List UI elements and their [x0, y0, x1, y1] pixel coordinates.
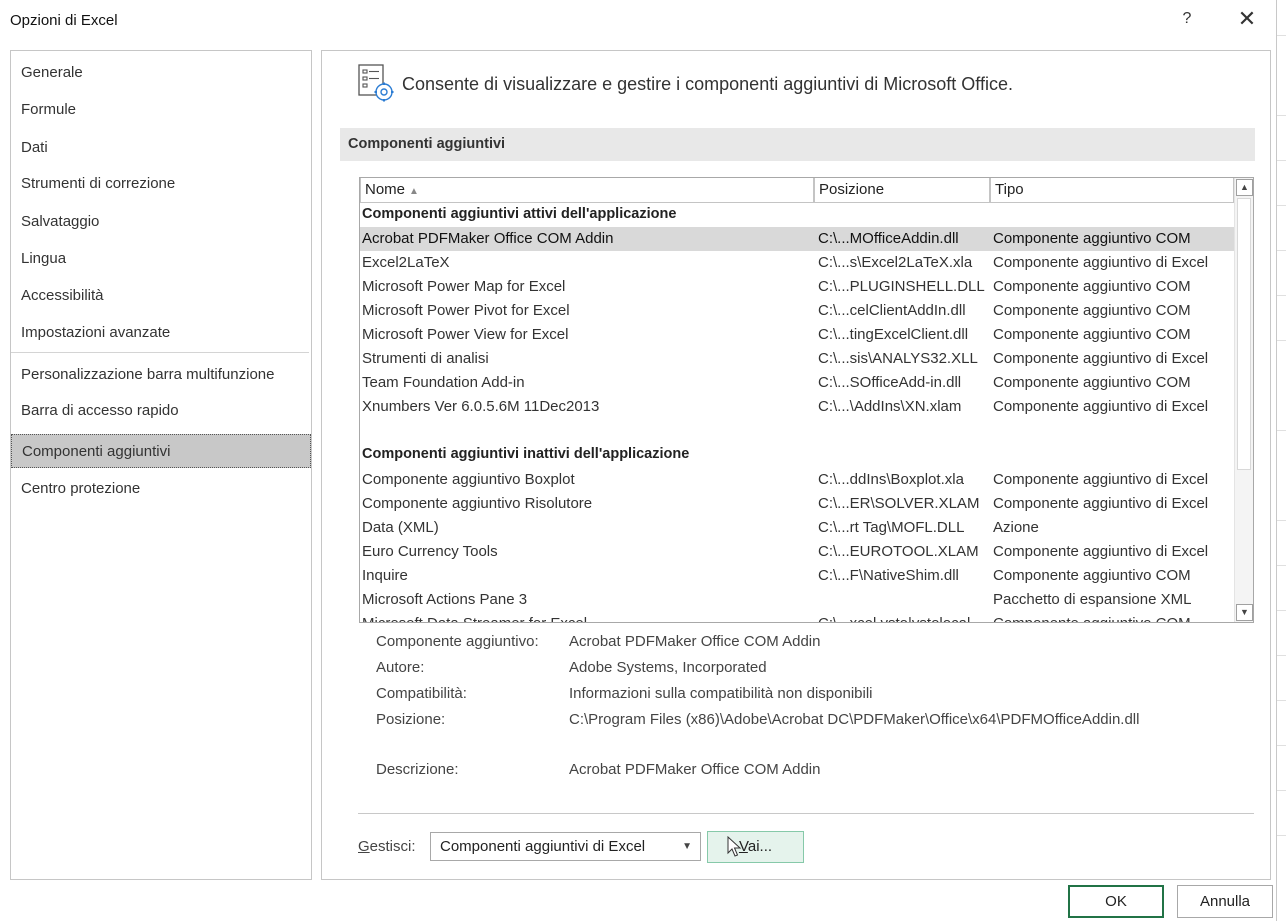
scroll-up-icon[interactable]: ▲	[1236, 179, 1253, 196]
table-row[interactable]: Microsoft Power Map for Excel C:\...PLUG…	[360, 275, 1234, 299]
addins-settings-icon	[358, 64, 394, 102]
column-header-tipo[interactable]: Tipo	[990, 178, 1234, 203]
nav-item-impostazioni-avanzate[interactable]: Impostazioni avanzate	[11, 316, 311, 350]
detail-value-location: C:\Program Files (x86)\Adobe\Acrobat DC\…	[569, 711, 1140, 728]
list-scrollbar[interactable]: ▲ ▼	[1234, 178, 1253, 622]
table-row[interactable]: Inquire C:\...F\NativeShim.dll Component…	[360, 564, 1234, 588]
detail-label-author: Autore:	[376, 659, 425, 676]
window-title: Opzioni di Excel	[10, 12, 118, 29]
table-row[interactable]: Microsoft Power Pivot for Excel C:\...ce…	[360, 299, 1234, 323]
scroll-down-icon[interactable]: ▼	[1236, 604, 1253, 621]
active-group-title: Componenti aggiuntivi attivi dell'applic…	[362, 206, 677, 222]
detail-label-compat: Compatibilità:	[376, 685, 467, 702]
mouse-pointer-icon	[727, 836, 742, 857]
nav-item-barra-accesso-rapido[interactable]: Barra di accesso rapido	[11, 394, 311, 428]
table-row[interactable]: Microsoft Power View for Excel C:\...tin…	[360, 323, 1234, 347]
title-bar: Opzioni di Excel ? ✕	[0, 0, 1276, 44]
background-window-edge	[1276, 0, 1286, 921]
nav-item-componenti-aggiuntivi[interactable]: Componenti aggiuntivi	[11, 434, 311, 468]
addins-list[interactable]: Nome ▲ Posizione Tipo Componenti aggiunti…	[359, 177, 1254, 623]
nav-item-personalizzazione-barra[interactable]: Personalizzazione barra multifunzione	[11, 358, 311, 392]
detail-label-description: Descrizione:	[376, 761, 459, 778]
cancel-button[interactable]: Annulla	[1177, 885, 1273, 918]
nav-item-dati[interactable]: Dati	[11, 131, 311, 165]
column-header-nome[interactable]: Nome ▲	[360, 178, 814, 203]
detail-value-addin: Acrobat PDFMaker Office COM Addin	[569, 633, 821, 650]
page-description: Consente di visualizzare e gestire i com…	[402, 74, 1013, 94]
manage-label: Gestisci:	[358, 838, 416, 855]
bottom-divider	[358, 813, 1254, 814]
scroll-thumb[interactable]	[1237, 198, 1251, 470]
help-button[interactable]: ?	[1180, 10, 1194, 28]
close-icon[interactable]: ✕	[1236, 7, 1258, 31]
sort-ascending-icon: ▲	[409, 186, 419, 197]
detail-value-description: Acrobat PDFMaker Office COM Addin	[569, 761, 821, 778]
table-row[interactable]: Acrobat PDFMaker Office COM Addin C:\...…	[360, 227, 1234, 251]
nav-item-centro-protezione[interactable]: Centro protezione	[11, 472, 311, 506]
section-header: Componenti aggiuntivi	[340, 128, 1255, 161]
nav-item-lingua[interactable]: Lingua	[11, 242, 311, 276]
manage-dropdown[interactable]: Componenti aggiuntivi di Excel ▼	[430, 832, 701, 861]
nav-item-salvataggio[interactable]: Salvataggio	[11, 205, 311, 239]
table-row[interactable]: Xnumbers Ver 6.0.5.6M 11Dec2013 C:\...\A…	[360, 395, 1234, 419]
detail-value-compat: Informazioni sulla compatibilità non dis…	[569, 685, 873, 702]
nav-item-formule[interactable]: Formule	[11, 93, 311, 127]
table-row[interactable]: Euro Currency Tools C:\...EUROTOOL.XLAM …	[360, 540, 1234, 564]
column-header-posizione[interactable]: Posizione	[814, 178, 990, 203]
addins-panel: Consente di visualizzare e gestire i com…	[321, 50, 1271, 880]
table-row[interactable]: Data (XML) C:\...rt Tag\MOFL.DLL Azione	[360, 516, 1234, 540]
nav-item-generale[interactable]: Generale	[11, 56, 311, 90]
chevron-down-icon: ▼	[682, 841, 692, 852]
ok-button[interactable]: OK	[1068, 885, 1164, 918]
table-row[interactable]: Componente aggiuntivo Boxplot C:\...ddIn…	[360, 468, 1234, 492]
table-row[interactable]: Microsoft Data Streamer for Excel C:\...…	[360, 612, 1234, 622]
detail-label-location: Posizione:	[376, 711, 446, 728]
detail-value-author: Adobe Systems, Incorporated	[569, 659, 767, 676]
table-row[interactable]: Team Foundation Add-in C:\...SOfficeAdd-…	[360, 371, 1234, 395]
table-row[interactable]: Strumenti di analisi C:\...sis\ANALYS32.…	[360, 347, 1234, 371]
section-title: Componenti aggiuntivi	[348, 136, 506, 152]
table-row[interactable]: Excel2LaTeX C:\...s\Excel2LaTeX.xla Comp…	[360, 251, 1234, 275]
options-navigation: Generale Formule Dati Strumenti di corre…	[10, 50, 312, 880]
detail-label-addin: Componente aggiuntivo:	[376, 633, 539, 650]
nav-item-accessibilita[interactable]: Accessibilità	[11, 279, 311, 313]
table-row[interactable]: Microsoft Actions Pane 3 Pacchetto di es…	[360, 588, 1234, 612]
nav-divider	[11, 352, 309, 353]
inactive-group-title: Componenti aggiuntivi inattivi dell'appl…	[362, 446, 690, 462]
go-button[interactable]: Vai...	[707, 831, 804, 863]
table-row[interactable]: Componente aggiuntivo Risolutore C:\...E…	[360, 492, 1234, 516]
nav-item-strumenti-di-correzione[interactable]: Strumenti di correzione	[11, 167, 311, 201]
